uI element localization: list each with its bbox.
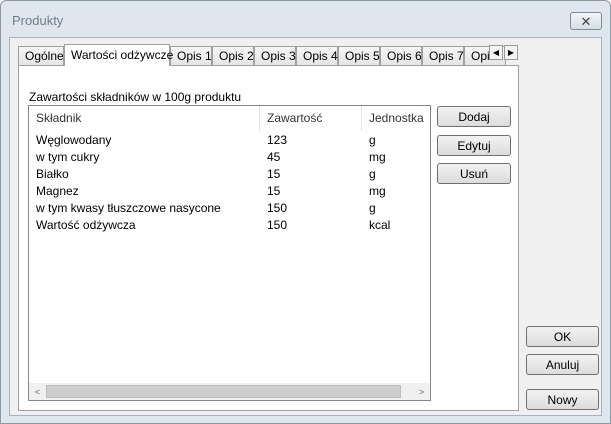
tab-description-4[interactable]: Opis 4 [296,46,338,66]
tab-label: Opis 4 [303,49,338,63]
cell-amount: 15 [267,167,281,181]
scrollbar-thumb[interactable] [46,385,401,398]
dialog-client-area: Ogólne Wartości odżywcze Opis 1 Opis 2 O… [9,37,602,416]
triangle-left-icon: ◀ [492,48,500,57]
tab-label: Wartości odżywcze [71,48,174,62]
add-button[interactable]: Dodaj [437,106,511,127]
triangle-right-icon: ▶ [507,48,515,57]
cell-amount: 45 [267,150,281,164]
remove-button[interactable]: Usuń [437,163,511,184]
table-row[interactable]: w tym cukry 45 mg [29,149,430,166]
ok-button[interactable]: OK [526,326,599,347]
cell-amount: 150 [267,218,288,232]
table-row[interactable]: Wartość odżywcza 150 kcal [29,217,430,234]
tab-scroll-left-button[interactable]: ◀ [489,45,503,60]
close-button[interactable]: ✕ [570,12,602,30]
edit-button[interactable]: Edytuj [437,135,511,156]
tab-label: Opis 6 [387,49,422,63]
tab-label: Opis 2 [219,49,254,63]
column-header-ingredient[interactable]: Składnik [29,106,260,131]
cell-ingredient: w tym cukry [36,150,100,164]
tab-strip: Ogólne Wartości odżywcze Opis 1 Opis 2 O… [18,44,514,66]
tab-general[interactable]: Ogólne [18,46,64,66]
column-header-unit[interactable]: Jednostka [362,106,430,131]
cell-ingredient: w tym kwasy tłuszczowe nasycone [36,201,221,215]
list-header: Składnik Zawartość Jednostka [29,106,430,131]
list-rows: Węglowodany 123 g w tym cukry 45 mg Białko 15 g M… [29,132,430,234]
tab-description-6[interactable]: Opis 6 [380,46,422,66]
tab-description-7[interactable]: Opis 7 [422,46,464,66]
tab-label: Opis 7 [429,49,464,63]
tab-description-2[interactable]: Opis 2 [212,46,254,66]
tab-description-3[interactable]: Opis 3 [254,46,296,66]
title-bar[interactable]: Produkty ✕ [1,1,610,37]
tab-label: Ogólne [25,49,64,63]
cell-unit: kcal [369,218,391,232]
cell-ingredient: Magnez [36,184,79,198]
close-icon: ✕ [580,13,592,29]
column-header-amount[interactable]: Zawartość [260,106,362,131]
cell-unit: g [369,201,376,215]
cell-amount: 123 [267,133,288,147]
cell-ingredient: Węglowodany [36,133,112,147]
window-title: Produkty [12,13,64,28]
tab-label: Opis 3 [261,49,296,63]
cancel-button[interactable]: Anuluj [526,354,599,375]
products-window: Produkty ✕ Ogólne Wartości odżywcze Opis… [0,0,611,424]
tab-nutrition[interactable]: Wartości odżywcze [64,44,174,66]
scroll-right-icon[interactable]: > [413,383,430,400]
tab-label: Opis 5 [345,49,380,63]
new-button[interactable]: Nowy [526,389,599,410]
tab-scroll-right-button[interactable]: ▶ [504,45,518,60]
cell-amount: 15 [267,184,281,198]
cell-ingredient: Białko [36,167,69,181]
table-row[interactable]: Białko 15 g [29,166,430,183]
table-row[interactable]: Węglowodany 123 g [29,132,430,149]
cell-unit: mg [369,184,386,198]
nutrition-list[interactable]: Składnik Zawartość Jednostka Węglowodany… [28,105,431,401]
cell-unit: g [369,167,376,181]
table-row[interactable]: Magnez 15 mg [29,183,430,200]
cell-unit: g [369,133,376,147]
tab-description-5[interactable]: Opis 5 [338,46,380,66]
tab-label: Opis 1 [177,49,212,63]
cell-unit: mg [369,150,386,164]
scroll-left-icon[interactable]: < [29,383,46,400]
cell-amount: 150 [267,201,288,215]
table-row[interactable]: w tym kwasy tłuszczowe nasycone 150 g [29,200,430,217]
cell-ingredient: Wartość odżywcza [36,218,136,232]
tab-description-1[interactable]: Opis 1 [170,46,212,66]
nutrition-group-label: Zawartości składników w 100g produktu [29,90,242,104]
horizontal-scrollbar[interactable]: < > [29,383,430,400]
